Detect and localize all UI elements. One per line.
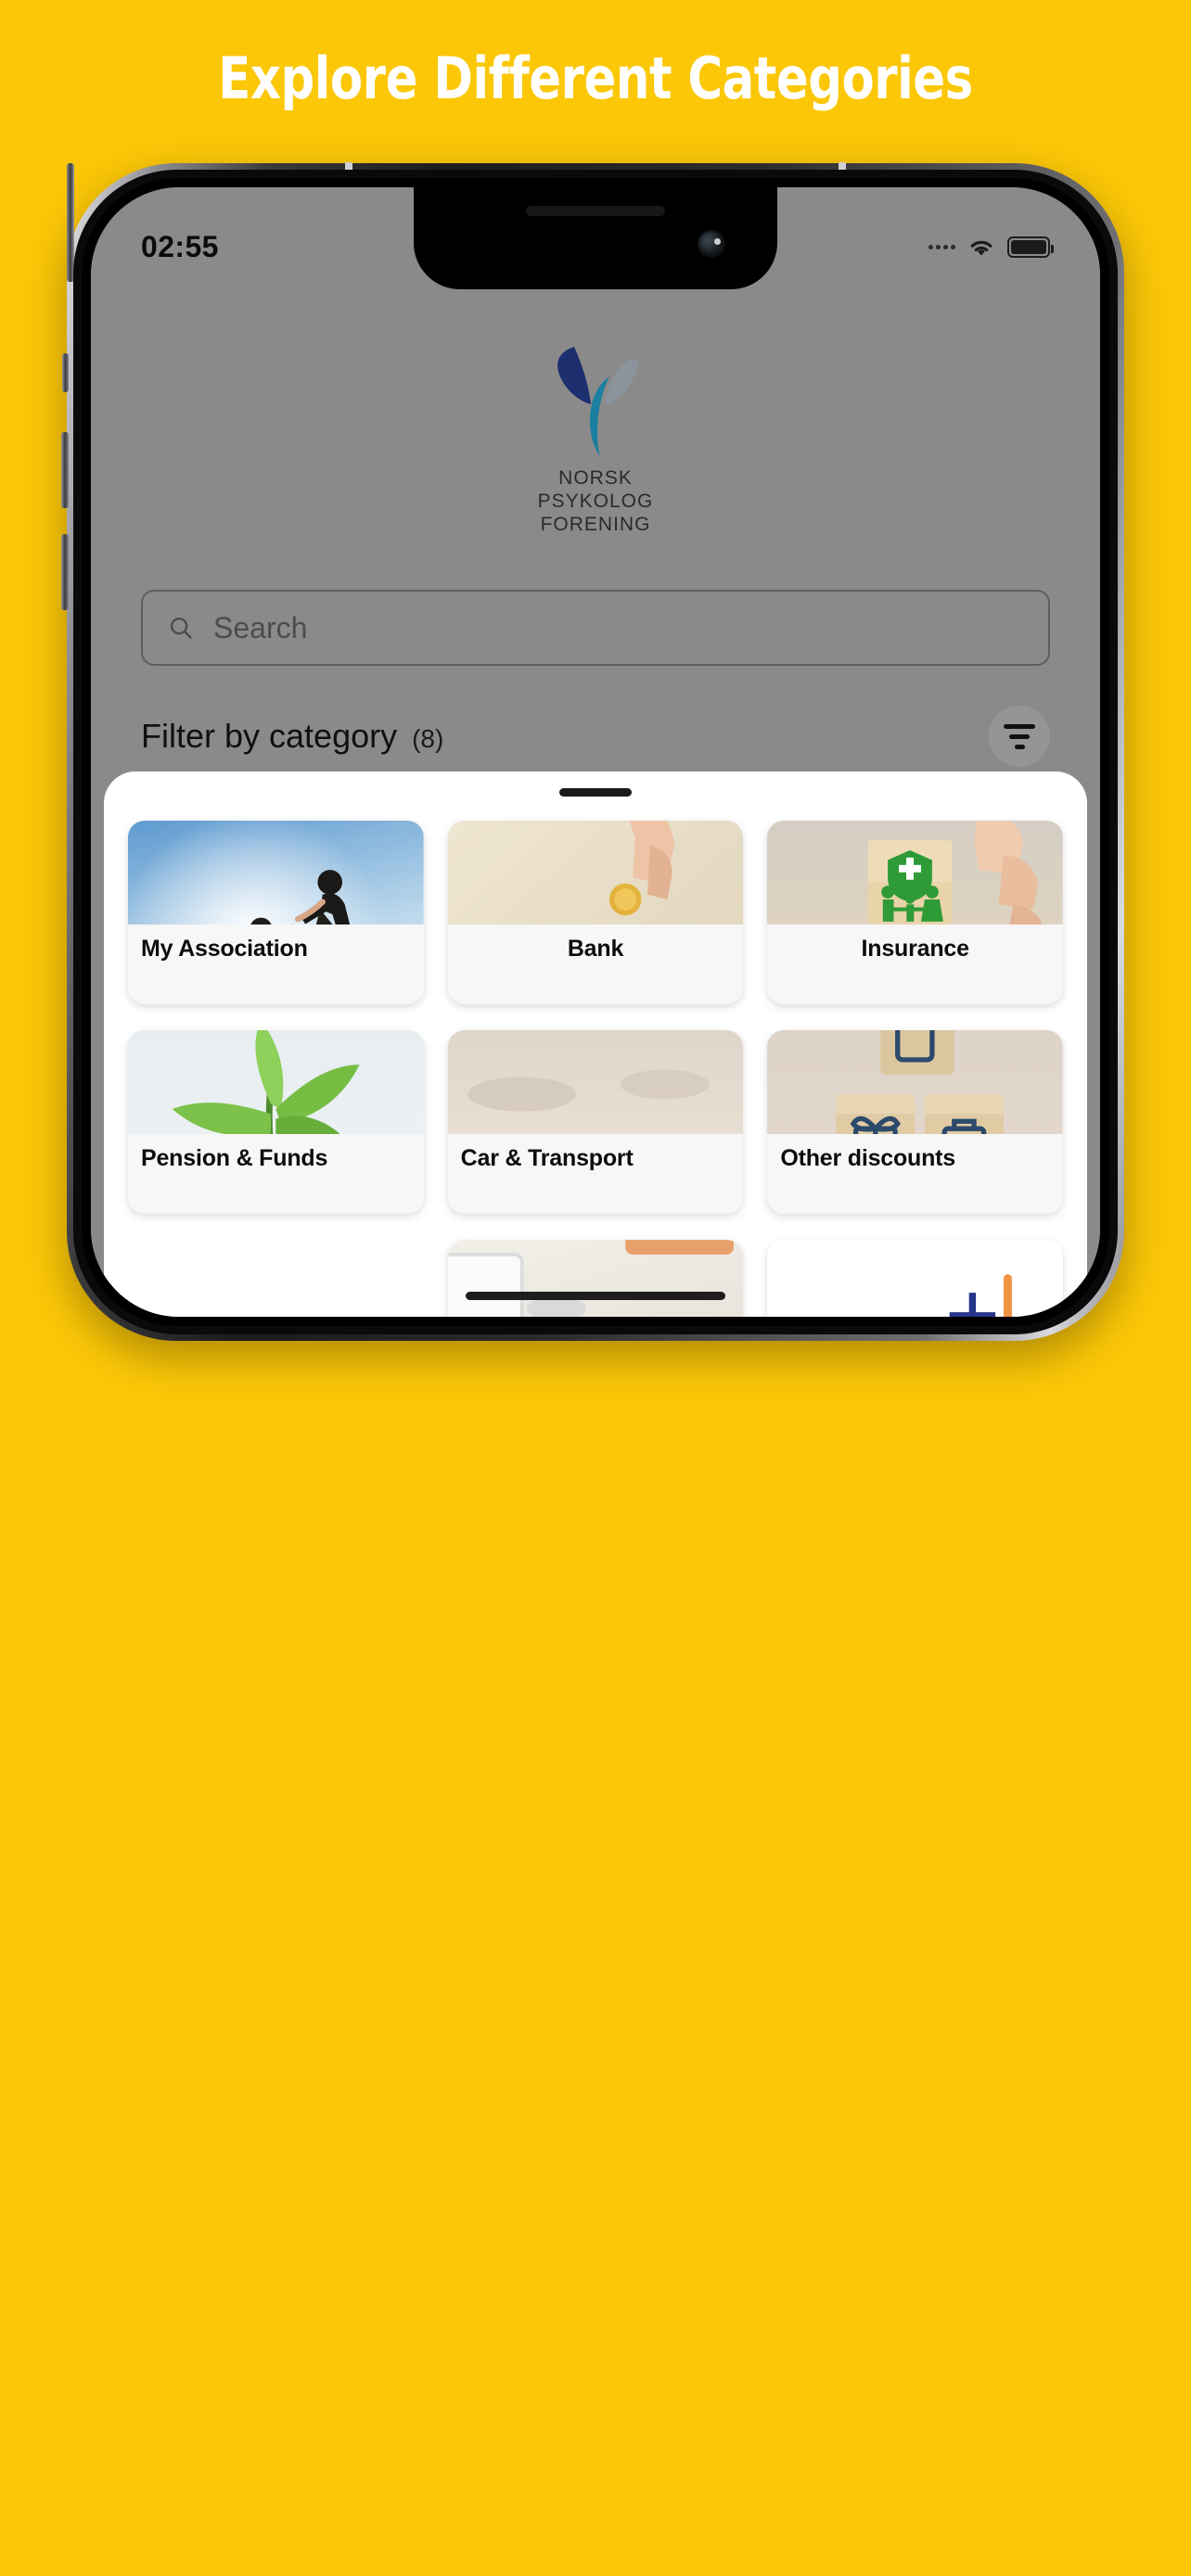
silent-switch-button[interactable] [62, 353, 69, 392]
page-title: Explore Different Categories [218, 45, 973, 112]
filter-line-1 [1004, 723, 1035, 729]
card-image [767, 1030, 1063, 1134]
category-label: Other discounts [780, 1145, 956, 1171]
filter-by-category-row: Filter by category (8) [141, 695, 1050, 779]
home-indicator[interactable] [466, 1292, 725, 1300]
plant-growing-from-money-bag-photo [128, 1030, 424, 1134]
phone-device-mockup: NORSK PSYKOLOG FORENING Search Filter by… [61, 162, 1124, 1341]
phone-frame: NORSK PSYKOLOG FORENING Search Filter by… [61, 162, 1124, 1341]
category-card-my-association[interactable]: My Association [128, 821, 424, 1004]
brand-line-3: FORENING [540, 514, 651, 535]
search-icon [170, 617, 192, 639]
brand-logo: NORSK PSYKOLOG FORENING [480, 336, 711, 536]
card-image: A + [767, 1240, 1063, 1317]
status-bar-time: 02:55 [141, 229, 219, 263]
category-label: My Association [141, 936, 308, 962]
card-image [447, 1030, 744, 1134]
category-card-entrepreneurs[interactable]: Entrepreneurs [447, 1240, 744, 1317]
volume-down-button[interactable] [61, 534, 69, 610]
red-toy-car-and-coin-stacks-photo [447, 1030, 744, 1134]
piggy-bank-coin-photo [447, 821, 744, 925]
volume-up-button[interactable] [61, 432, 69, 508]
search-placeholder: Search [213, 610, 308, 644]
category-label: Car & Transport [460, 1145, 634, 1171]
brand-wordmark: NORSK PSYKOLOG FORENING [480, 466, 711, 536]
filter-count: (8) [412, 724, 444, 753]
norsk-psykologforening-logo-icon [557, 347, 639, 456]
filter-line-3 [1014, 744, 1025, 749]
filter-label-group: Filter by category (8) [141, 717, 443, 756]
earpiece-speaker [526, 206, 665, 216]
card-image [447, 1240, 744, 1317]
svg-text:+: + [945, 1260, 1002, 1317]
brand-line-2: PSYKOLOG [537, 491, 654, 512]
akademikerne-plus-a-logo: A + [767, 1240, 1063, 1317]
category-card-car-and-transport[interactable]: Car & Transport [447, 1030, 744, 1214]
phone-notch [414, 187, 777, 289]
signal-dots-icon [928, 244, 955, 249]
card-image [447, 821, 744, 925]
category-label: Bank [567, 936, 624, 962]
wooden-blocks-insurance-icons-photo [767, 821, 1063, 925]
category-label: Insurance [861, 936, 970, 962]
status-bar-indicators [928, 236, 1054, 258]
category-grid-last-row: Entrepreneurs A + About Akademikerne+ [128, 1240, 1063, 1317]
hands-typing-on-keyboard-photo [447, 1240, 744, 1317]
front-camera-icon [698, 230, 725, 258]
filter-icon[interactable] [989, 706, 1050, 767]
card-image [128, 1030, 424, 1134]
category-card-insurance[interactable]: Insurance [767, 821, 1063, 1004]
sheet-drag-handle[interactable] [559, 788, 632, 797]
card-image [767, 821, 1063, 925]
category-label: Pension & Funds [141, 1145, 328, 1171]
category-card-bank[interactable]: Bank [447, 821, 744, 1004]
filter-line-2 [1009, 733, 1030, 739]
brand-line-1: NORSK [558, 467, 633, 489]
search-input[interactable]: Search [141, 590, 1050, 666]
wooden-blocks-discount-icons-photo [767, 1030, 1063, 1134]
battery-full-icon [1007, 236, 1054, 258]
wifi-icon [970, 240, 992, 256]
category-grid: My Association Bank Insurance Pension & … [128, 821, 1063, 1214]
category-card-pension-and-funds[interactable]: Pension & Funds [128, 1030, 424, 1214]
category-card-about-akademikerne-plus[interactable]: A + About Akademikerne+ [767, 1240, 1063, 1317]
filter-title: Filter by category [141, 717, 398, 755]
category-bottom-sheet: My Association Bank Insurance Pension & … [104, 772, 1087, 1317]
card-image [128, 821, 424, 925]
category-card-other-discounts[interactable]: Other discounts [767, 1030, 1063, 1214]
phone-screen: NORSK PSYKOLOG FORENING Search Filter by… [91, 187, 1100, 1317]
mountain-climbers-helping-hand-photo [128, 821, 424, 925]
